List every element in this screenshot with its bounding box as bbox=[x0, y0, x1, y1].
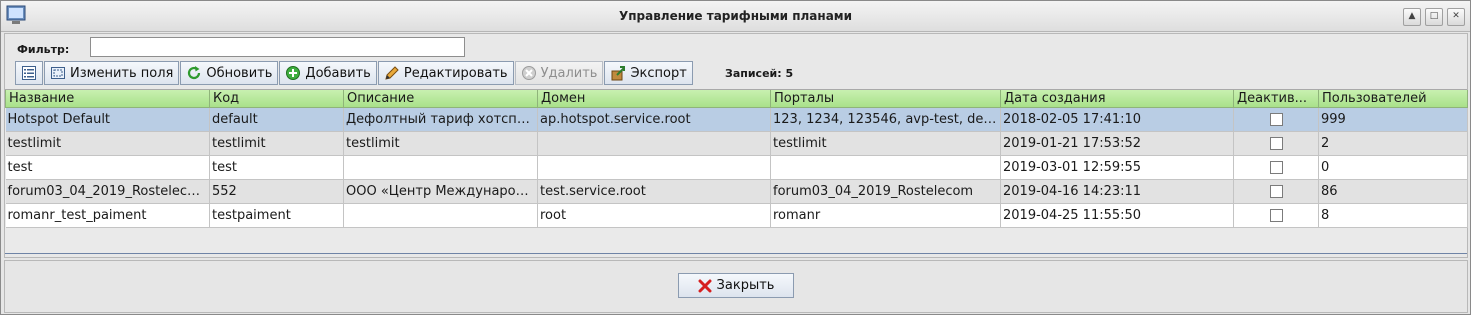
cell-name: romanr_test_paiment bbox=[5, 203, 210, 228]
column-header-portals[interactable]: Порталы bbox=[770, 90, 1001, 108]
table-header: Название Код Описание Домен Порталы Дата… bbox=[5, 90, 1468, 108]
cell-domain bbox=[537, 131, 771, 156]
toolbar: Изменить поля Обновить Добавить Редактир… bbox=[15, 61, 694, 85]
column-header-description[interactable]: Описание bbox=[343, 90, 538, 108]
deactivated-checkbox[interactable] bbox=[1269, 161, 1283, 174]
table-row[interactable]: romanr_test_paiment testpaiment root rom… bbox=[5, 203, 1468, 228]
cell-description bbox=[343, 203, 538, 228]
cell-users: 999 bbox=[1318, 107, 1468, 132]
delete-button[interactable]: Удалить bbox=[514, 61, 604, 85]
cell-domain bbox=[537, 155, 771, 180]
cell-created: 2018-02-05 17:41:10 bbox=[1000, 107, 1234, 132]
tariff-table: Название Код Описание Домен Порталы Дата… bbox=[5, 90, 1468, 228]
cell-description: ООО «Центр Международн... bbox=[343, 179, 538, 204]
tariff-table-container: Название Код Описание Домен Порталы Дата… bbox=[5, 89, 1468, 254]
cell-name: testlimit bbox=[5, 131, 210, 156]
deactivated-checkbox[interactable] bbox=[1269, 209, 1283, 222]
cell-created: 2019-04-25 11:55:50 bbox=[1000, 203, 1234, 228]
column-list-icon bbox=[21, 65, 37, 81]
delete-icon bbox=[521, 65, 537, 81]
tariff-plans-window: Управление тарифными планами ▲ □ ✕ Фильт… bbox=[0, 0, 1471, 315]
cell-name: Hotspot Default bbox=[5, 107, 210, 132]
main-panel: Фильтр: Изменить поля Обновить Добавить … bbox=[4, 33, 1468, 258]
column-header-domain[interactable]: Домен bbox=[537, 90, 771, 108]
columns-button[interactable] bbox=[15, 61, 43, 85]
edit-fields-button[interactable]: Изменить поля bbox=[44, 61, 180, 85]
export-label: Экспорт bbox=[630, 65, 687, 81]
cell-users: 8 bbox=[1318, 203, 1468, 228]
table-row[interactable]: forum03_04_2019_Rostelecom 552 ООО «Цент… bbox=[5, 179, 1468, 204]
window-title: Управление тарифными планами bbox=[618, 9, 853, 23]
close-button[interactable]: Закрыть bbox=[678, 273, 794, 298]
cell-code: 552 bbox=[209, 179, 344, 204]
export-icon bbox=[610, 65, 626, 81]
cell-deactivated bbox=[1233, 107, 1319, 132]
cell-code: testlimit bbox=[209, 131, 344, 156]
cell-portals: romanr bbox=[770, 203, 1001, 228]
cell-name: test bbox=[5, 155, 210, 180]
cell-description: testlimit bbox=[343, 131, 538, 156]
cell-portals: forum03_04_2019_Rostelecom bbox=[770, 179, 1001, 204]
table-row[interactable]: testlimit testlimit testlimit testlimit … bbox=[5, 131, 1468, 156]
cell-portals: testlimit bbox=[770, 131, 1001, 156]
cell-domain: root bbox=[537, 203, 771, 228]
deactivated-checkbox[interactable] bbox=[1269, 137, 1283, 150]
edit-label: Редактировать bbox=[403, 65, 508, 81]
table-row[interactable]: Hotspot Default default Дефолтный тариф … bbox=[5, 107, 1468, 132]
cell-deactivated bbox=[1233, 179, 1319, 204]
restore-window-button[interactable]: ▲ bbox=[1403, 8, 1421, 26]
pencil-icon bbox=[384, 65, 400, 81]
deactivated-checkbox[interactable] bbox=[1269, 185, 1283, 198]
close-window-button[interactable]: ✕ bbox=[1447, 8, 1465, 26]
cell-description bbox=[343, 155, 538, 180]
cell-created: 2019-03-01 12:59:55 bbox=[1000, 155, 1234, 180]
add-icon bbox=[285, 65, 301, 81]
cell-created: 2019-04-16 14:23:11 bbox=[1000, 179, 1234, 204]
refresh-label: Обновить bbox=[206, 65, 273, 81]
table-row[interactable]: test test 2019-03-01 12:59:55 0 bbox=[5, 155, 1468, 180]
cell-users: 2 bbox=[1318, 131, 1468, 156]
deactivated-checkbox[interactable] bbox=[1269, 113, 1283, 126]
filter-label: Фильтр: bbox=[17, 43, 70, 56]
edit-fields-label: Изменить поля bbox=[70, 65, 174, 81]
cell-deactivated bbox=[1233, 131, 1319, 156]
cell-deactivated bbox=[1233, 203, 1319, 228]
export-button[interactable]: Экспорт bbox=[604, 61, 693, 85]
cell-code: test bbox=[209, 155, 344, 180]
fields-icon bbox=[50, 65, 66, 81]
cell-portals bbox=[770, 155, 1001, 180]
cell-code: default bbox=[209, 107, 344, 132]
column-header-deactivated[interactable]: Деактив... bbox=[1233, 90, 1319, 108]
close-button-label: Закрыть bbox=[716, 278, 775, 293]
column-header-name[interactable]: Название bbox=[5, 90, 210, 108]
cell-portals: 123, 1234, 123546, avp-test, defa... bbox=[770, 107, 1001, 132]
column-header-code[interactable]: Код bbox=[209, 90, 344, 108]
column-header-created[interactable]: Дата создания bbox=[1000, 90, 1234, 108]
cell-description: Дефолтный тариф хотспо... bbox=[343, 107, 538, 132]
refresh-icon bbox=[186, 65, 202, 81]
filter-input[interactable] bbox=[90, 37, 465, 57]
cell-users: 0 bbox=[1318, 155, 1468, 180]
column-header-users[interactable]: Пользователей bbox=[1318, 90, 1468, 108]
records-count: Записей: 5 bbox=[725, 67, 794, 80]
edit-button[interactable]: Редактировать bbox=[377, 61, 514, 85]
delete-label: Удалить bbox=[540, 65, 598, 81]
cell-domain: ap.hotspot.service.root bbox=[537, 107, 771, 132]
add-button[interactable]: Добавить bbox=[279, 61, 377, 85]
cell-code: testpaiment bbox=[209, 203, 344, 228]
cell-deactivated bbox=[1233, 155, 1319, 180]
refresh-button[interactable]: Обновить bbox=[180, 61, 279, 85]
maximize-window-button[interactable]: □ bbox=[1425, 8, 1443, 26]
add-label: Добавить bbox=[305, 65, 371, 81]
close-icon bbox=[698, 279, 712, 293]
cell-users: 86 bbox=[1318, 179, 1468, 204]
bottom-panel: Закрыть bbox=[4, 260, 1468, 313]
cell-domain: test.service.root bbox=[537, 179, 771, 204]
title-bar[interactable]: Управление тарифными планами ▲ □ ✕ bbox=[1, 1, 1470, 32]
cell-name: forum03_04_2019_Rostelecom bbox=[5, 179, 210, 204]
cell-created: 2019-01-21 17:53:52 bbox=[1000, 131, 1234, 156]
